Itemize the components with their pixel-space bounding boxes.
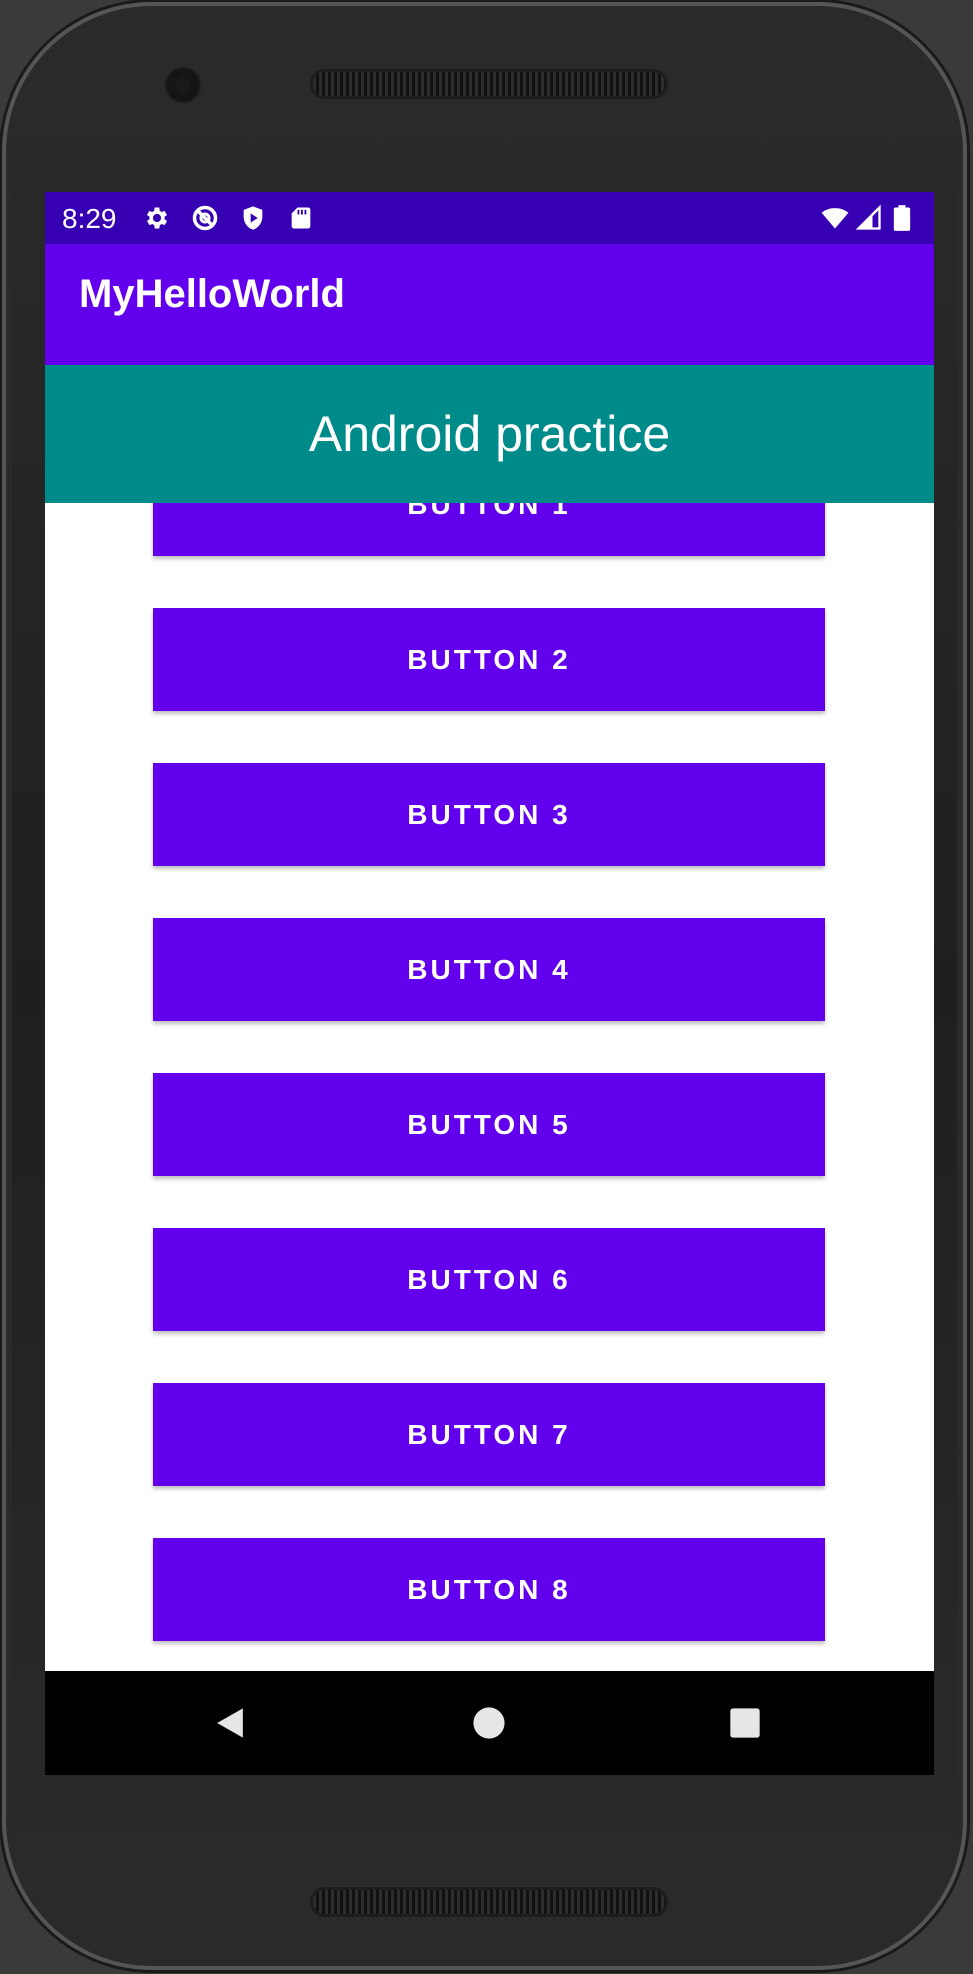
- app-bar: MyHelloWorld: [45, 244, 934, 365]
- button-5[interactable]: BUTTON 5: [153, 1073, 825, 1176]
- button-4[interactable]: BUTTON 4: [153, 918, 825, 1021]
- header-text: Android practice: [308, 406, 671, 462]
- button-3[interactable]: BUTTON 3: [153, 763, 825, 866]
- front-camera: [166, 68, 200, 102]
- no-data-icon: [192, 205, 218, 231]
- device-screen: 8:29 MyHelloWorld Android practice BUTTO…: [45, 192, 934, 1775]
- header-banner: Android practice: [45, 365, 934, 503]
- home-icon[interactable]: [467, 1701, 511, 1745]
- bottom-speaker-grille: [310, 1887, 668, 1917]
- signal-icon: [855, 204, 881, 230]
- button-8[interactable]: BUTTON 8: [153, 1538, 825, 1641]
- recents-icon[interactable]: [723, 1701, 767, 1745]
- button-6[interactable]: BUTTON 6: [153, 1228, 825, 1331]
- top-speaker-grille: [310, 69, 668, 99]
- gear-icon: [146, 207, 168, 229]
- back-icon[interactable]: [208, 1701, 252, 1745]
- button-7[interactable]: BUTTON 7: [153, 1383, 825, 1486]
- status-bar: 8:29: [45, 192, 934, 244]
- app-title: MyHelloWorld: [79, 272, 345, 316]
- button-2[interactable]: BUTTON 2: [153, 608, 825, 711]
- sd-card-icon: [291, 207, 311, 229]
- button-list[interactable]: BUTTON 1 BUTTON 2 BUTTON 3 BUTTON 4 BUTT…: [45, 503, 934, 1662]
- button-1[interactable]: BUTTON 1: [153, 503, 825, 556]
- battery-icon: [893, 205, 911, 231]
- wifi-icon: [821, 208, 849, 229]
- status-time: 8:29: [62, 203, 117, 234]
- shield-play-icon: [243, 206, 263, 230]
- navigation-bar: [45, 1671, 934, 1775]
- phone-frame: 8:29 MyHelloWorld Android practice BUTTO…: [2, 2, 967, 1970]
